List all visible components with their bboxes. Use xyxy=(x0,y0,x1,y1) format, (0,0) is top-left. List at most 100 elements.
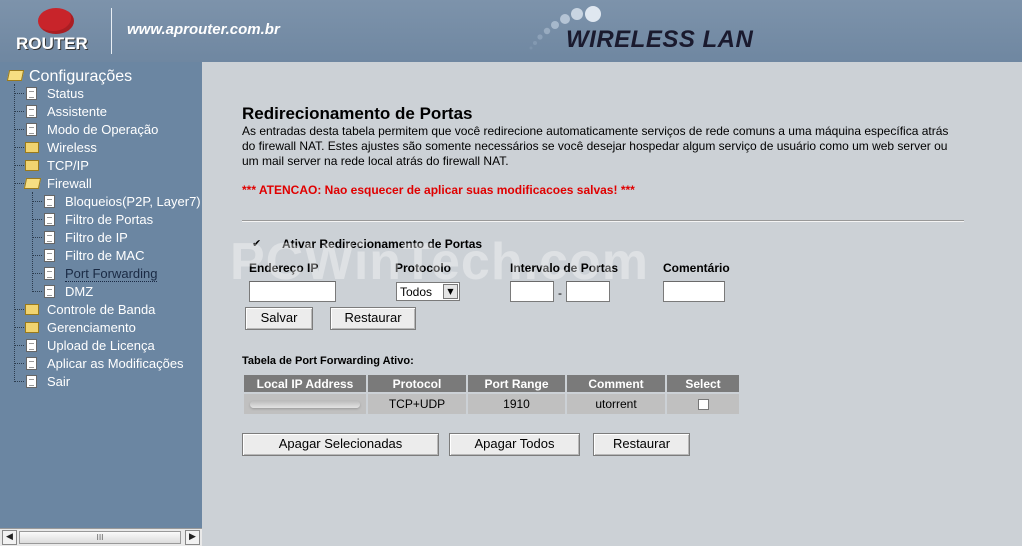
tree-line xyxy=(14,327,24,328)
cell-select xyxy=(667,394,739,414)
port-range-end-input[interactable] xyxy=(566,281,610,302)
port-range-label: Intervalo de Portas xyxy=(510,261,619,275)
document-icon xyxy=(44,231,55,244)
tree-line xyxy=(32,237,42,238)
page-description: As entradas desta tabela permitem que vo… xyxy=(242,124,949,168)
sidebar-item-label: Aplicar as Modificações xyxy=(47,356,184,371)
tree-line xyxy=(32,219,42,220)
cell-port-range: 1910 xyxy=(468,394,565,414)
row-select-checkbox[interactable] xyxy=(697,399,709,411)
router-logo: ROUTER xyxy=(14,6,98,54)
column-header-select: Select xyxy=(667,375,739,392)
warning-message: *** ATENCAO: Nao esquecer de aplicar sua… xyxy=(242,183,635,197)
folder-icon xyxy=(25,142,39,153)
table-header-row: Local IP Address Protocol Port Range Com… xyxy=(244,375,739,392)
sidebar-item-label: Sair xyxy=(47,374,71,389)
tree-line xyxy=(14,381,24,382)
column-header-port-range: Port Range xyxy=(468,375,565,392)
tree-line xyxy=(14,363,24,364)
tree-line xyxy=(32,255,42,256)
tree-line xyxy=(32,291,42,292)
cell-protocol: TCP+UDP xyxy=(368,394,466,414)
scroll-left-arrow-icon[interactable]: ◀ xyxy=(2,530,17,545)
document-icon xyxy=(26,339,37,352)
comment-label: Comentário xyxy=(663,261,730,275)
tree-line xyxy=(14,93,24,94)
tree-line xyxy=(14,165,24,166)
sidebar-item-label: Controle de Banda xyxy=(47,302,156,317)
tree-line xyxy=(14,111,24,112)
document-icon xyxy=(44,267,55,280)
tree-line xyxy=(14,345,24,346)
logo-badge-icon xyxy=(38,8,74,34)
sidebar-item-label: Upload de Licença xyxy=(47,338,155,353)
tree-line xyxy=(32,201,42,202)
sidebar-item-label: Filtro de IP xyxy=(65,230,128,245)
folder-icon xyxy=(25,304,39,315)
port-range-separator: - xyxy=(558,286,562,300)
sidebar-root-label: Configurações xyxy=(29,68,133,85)
sidebar-item-label: Status xyxy=(47,86,84,101)
dropdown-arrow-icon[interactable]: ▼ xyxy=(443,284,458,299)
logo-text: ROUTER xyxy=(16,34,88,53)
save-button[interactable]: Salvar xyxy=(245,307,313,330)
tree-line xyxy=(14,129,24,130)
section-divider xyxy=(242,220,964,222)
sidebar-item-label: DMZ xyxy=(65,284,94,299)
document-icon xyxy=(44,195,55,208)
tree-line xyxy=(14,183,24,184)
sidebar-item-label: Filtro de MAC xyxy=(65,248,145,263)
document-icon xyxy=(26,87,37,100)
folder-icon xyxy=(25,160,39,171)
enable-port-forwarding-checkbox[interactable]: ✔ xyxy=(252,238,264,250)
tree-line xyxy=(32,273,42,274)
sidebar-item-label: Port Forwarding xyxy=(65,266,158,282)
tree-line xyxy=(14,147,24,148)
port-range-start-input[interactable] xyxy=(510,281,554,302)
tree-line xyxy=(14,309,24,310)
comment-input[interactable] xyxy=(663,281,725,302)
sidebar-item-label: Wireless xyxy=(47,140,97,155)
reset-table-button[interactable]: Restaurar xyxy=(593,433,690,456)
product-title: WIRELESS LAN xyxy=(566,26,754,53)
reset-form-button[interactable]: Restaurar xyxy=(330,307,416,330)
scroll-right-arrow-icon[interactable]: ▶ xyxy=(185,530,200,545)
column-header-comment: Comment xyxy=(567,375,665,392)
sidebar-navigation: Configurações Status Assistente Modo de … xyxy=(0,62,202,528)
scrollbar-thumb[interactable]: III xyxy=(19,531,181,544)
sidebar-item-label: Firewall xyxy=(47,176,92,191)
document-icon xyxy=(26,123,37,136)
sidebar-horizontal-scrollbar[interactable]: ◀ III ▶ xyxy=(0,528,202,546)
sidebar-item-label: TCP/IP xyxy=(47,158,89,173)
active-table-title: Tabela de Port Forwarding Ativo: xyxy=(242,355,414,367)
site-url: www.aprouter.com.br xyxy=(127,21,280,38)
document-icon xyxy=(44,213,55,226)
sidebar-item-label: Bloqueios(P2P, Layer7) xyxy=(65,194,201,209)
document-icon xyxy=(26,357,37,370)
enable-port-forwarding-label: Ativar Redirecionamento de Portas xyxy=(282,237,483,251)
document-icon xyxy=(44,249,55,262)
column-header-protocol: Protocol xyxy=(368,375,466,392)
tree-line xyxy=(32,192,33,292)
protocol-select[interactable]: Todos ▼ xyxy=(396,282,460,301)
open-folder-icon xyxy=(6,70,25,81)
sidebar-item-label: Gerenciamento xyxy=(47,320,136,335)
folder-icon xyxy=(25,322,39,333)
delete-selected-button[interactable]: Apagar Selecionadas xyxy=(242,433,439,456)
protocol-select-value: Todos xyxy=(400,285,433,299)
table-row: TCP+UDP 1910 utorrent xyxy=(244,394,739,414)
port-forwarding-table: Local IP Address Protocol Port Range Com… xyxy=(242,373,741,416)
main-content: Redirecionamento de Portas As entradas d… xyxy=(202,62,1022,546)
delete-all-button[interactable]: Apagar Todos xyxy=(449,433,580,456)
header-divider xyxy=(111,8,112,54)
protocol-label: Protocolo xyxy=(395,261,451,275)
page-title: Redirecionamento de Portas xyxy=(242,104,473,123)
ip-address-input[interactable] xyxy=(249,281,336,302)
sidebar-item-label: Filtro de Portas xyxy=(65,212,154,227)
ip-address-label: Endereço IP xyxy=(249,261,319,275)
document-icon xyxy=(26,375,37,388)
sidebar-item-label: Modo de Operação xyxy=(47,122,159,137)
open-folder-icon xyxy=(23,178,42,189)
document-icon xyxy=(26,105,37,118)
document-icon xyxy=(44,285,55,298)
